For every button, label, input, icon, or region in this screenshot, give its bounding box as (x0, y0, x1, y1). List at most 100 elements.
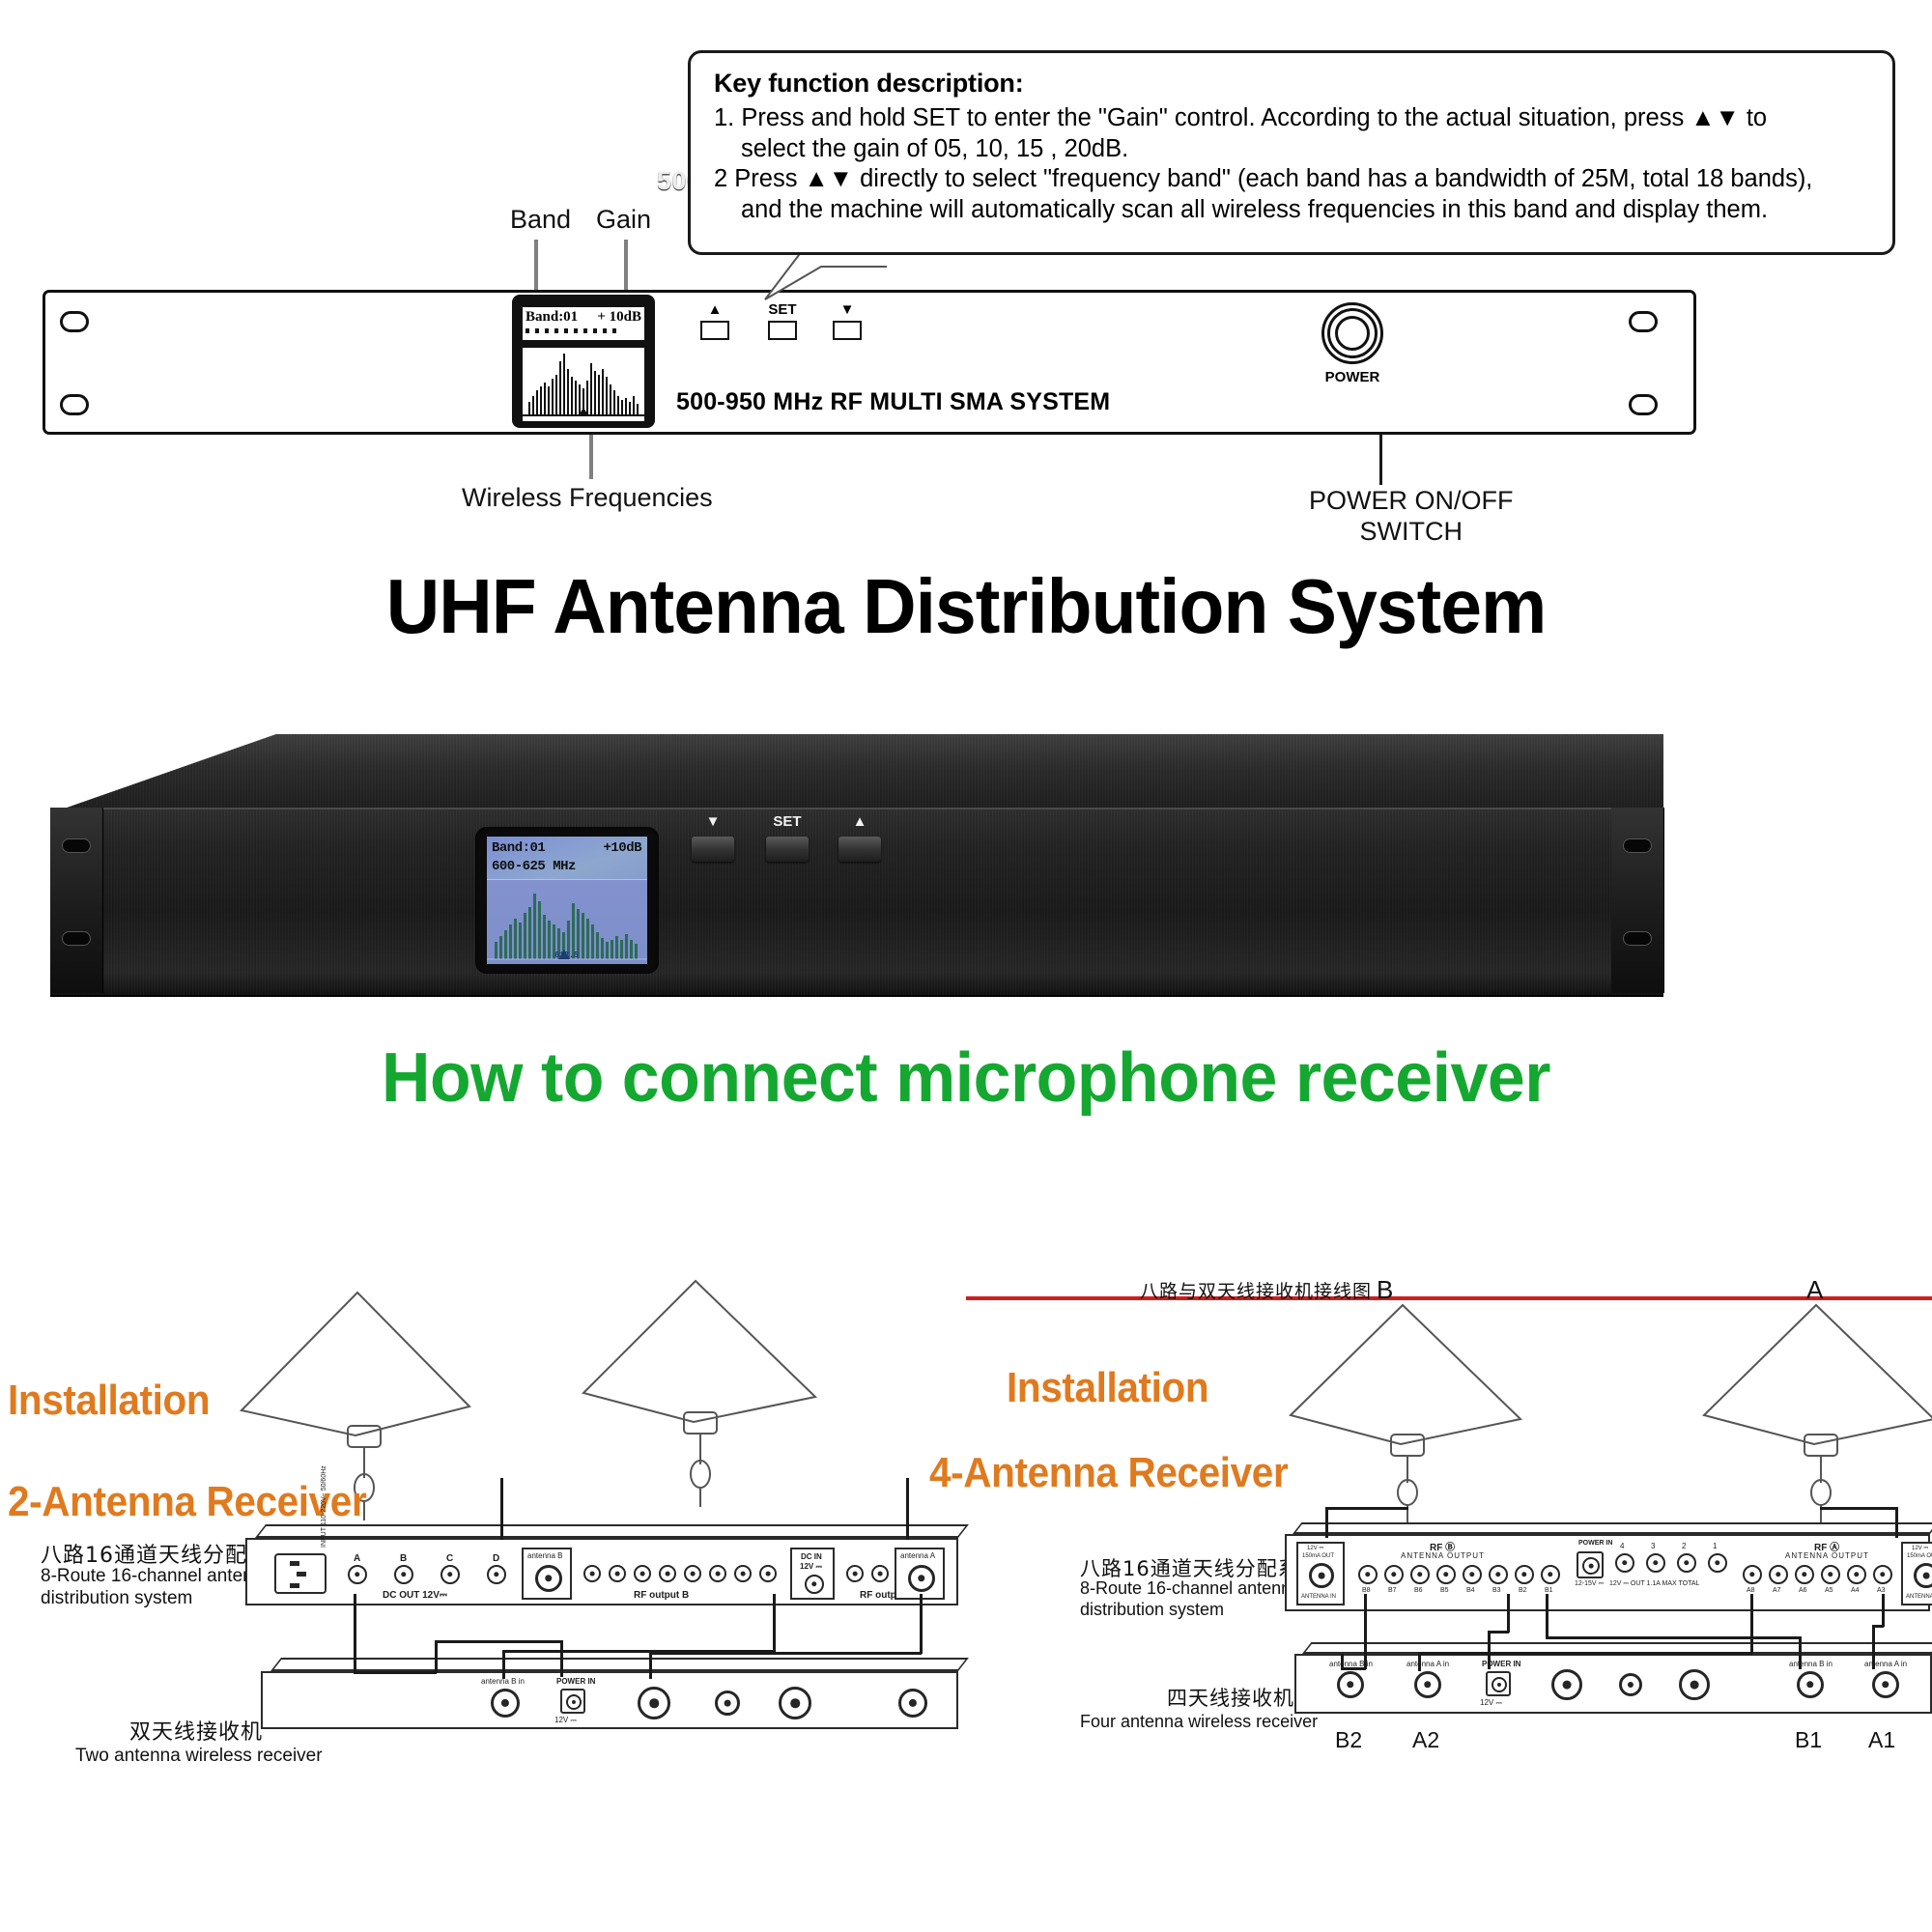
right-rf-a3[interactable] (1873, 1565, 1892, 1584)
right-rf-b2[interactable] (1515, 1565, 1534, 1584)
wire-left-rfb-to-rx (502, 1650, 505, 1679)
right-antenna-in-connector-a[interactable] (1914, 1563, 1932, 1588)
left-rx-xlr-2[interactable] (779, 1687, 811, 1719)
photo-up-button[interactable] (838, 837, 881, 862)
right-num-4: 4 (1620, 1542, 1625, 1550)
right-diagram-cn-header: 八路与双天线接收机接线图 (1140, 1281, 1373, 1302)
wire-right-ant1-run (1325, 1507, 1408, 1510)
right-rf-a8[interactable] (1743, 1565, 1762, 1584)
wire-left-power-up (435, 1640, 438, 1673)
left-rx-power-in-jack-box[interactable] (560, 1689, 585, 1714)
left-rx-antenna-b-in[interactable] (491, 1689, 520, 1718)
wire-right-a3-down (1882, 1594, 1885, 1627)
left-rx-power-in-label: POWER IN (556, 1677, 596, 1686)
left-rx-trs[interactable] (715, 1690, 740, 1716)
left-rf-out-b-2[interactable] (609, 1565, 626, 1582)
left-dc-out-port-b[interactable] (394, 1565, 413, 1584)
left-antenna-b-connector[interactable] (535, 1565, 562, 1592)
right-rf-b3[interactable] (1489, 1565, 1508, 1584)
left-dc-out-port-a-label: A (354, 1553, 361, 1564)
right-rx-antenna-b2-in[interactable] (1337, 1671, 1364, 1698)
headline-uhf: UHF Antenna Distribution System (385, 563, 1548, 649)
right-center-power-jack[interactable] (1582, 1557, 1600, 1575)
left-rf-out-b-1[interactable] (583, 1565, 601, 1582)
right-antenna-in-label-b: ANTENNA IN (1301, 1594, 1337, 1600)
right-rx-antenna-a2-in[interactable] (1414, 1671, 1441, 1698)
left-rx-power-in-jack[interactable] (566, 1694, 582, 1710)
rack-ear-left (50, 808, 103, 993)
right-center-power-box[interactable] (1577, 1551, 1604, 1578)
right-rf-a4[interactable] (1847, 1565, 1866, 1584)
left-rx-power-volt-label: 12V ⎓ (554, 1716, 577, 1724)
right-rx-xlr-2[interactable] (1679, 1669, 1710, 1700)
rack-ear-slot-tl (62, 838, 91, 853)
right-rf-a5-label: A5 (1825, 1587, 1833, 1594)
left-rf-out-b-3[interactable] (634, 1565, 651, 1582)
right-rf-b6[interactable] (1410, 1565, 1430, 1584)
left-rx-xlr-1[interactable] (638, 1687, 670, 1719)
left-rx-antenna-a-in[interactable] (898, 1689, 927, 1718)
photo-set-button[interactable] (766, 837, 809, 862)
right-rx-antenna-a1-in[interactable] (1872, 1671, 1899, 1698)
right-num-jack-2[interactable] (1677, 1553, 1696, 1573)
right-rf-a6[interactable] (1795, 1565, 1814, 1584)
right-rf-b4[interactable] (1463, 1565, 1482, 1584)
right-rf-a4-label: A4 (1851, 1587, 1860, 1594)
left-dc-out-port-a[interactable] (348, 1565, 367, 1584)
left-antenna-a-connector[interactable] (908, 1565, 935, 1592)
rack-ear-right (1611, 808, 1664, 993)
right-rf-a5[interactable] (1821, 1565, 1840, 1584)
photo-down-button[interactable] (692, 837, 734, 862)
left-ac-inlet[interactable] (274, 1553, 327, 1594)
right-rf-b8[interactable] (1358, 1565, 1378, 1584)
right-rf-b7[interactable] (1384, 1565, 1404, 1584)
right-rf-a7[interactable] (1769, 1565, 1788, 1584)
left-rf-out-b-7[interactable] (734, 1565, 752, 1582)
right-rx-antenna-b1-in[interactable] (1797, 1671, 1824, 1698)
right-num-jack-4[interactable] (1615, 1553, 1634, 1573)
right-distributor-en-label: 8-Route 16-channel antenna distribution … (1080, 1578, 1300, 1621)
right-rx-power-in-box[interactable] (1486, 1671, 1511, 1696)
photo-lcd-marker-value: 612.5 (554, 951, 579, 960)
right-rx-trs[interactable] (1619, 1673, 1642, 1696)
right-bottom-label-b2: B2 (1335, 1727, 1363, 1752)
callout-line-2: select the gain of 05, 10, 15 , 20dB. (741, 134, 1129, 162)
right-rf-b5[interactable] (1436, 1565, 1456, 1584)
left-distributor-rear-panel: INPUT 110-220V~ 50/60Hz A B C D DC OUT 1… (245, 1465, 958, 1605)
right-rx-power-in-jack[interactable] (1492, 1677, 1507, 1692)
power-knob-inner-ring[interactable] (1335, 316, 1370, 351)
left-dc-out-port-d[interactable] (487, 1565, 506, 1584)
line-art-up-button-caption: ▲ (707, 301, 723, 318)
wireless-frequencies-annotation-label: Wireless Frequencies (462, 483, 713, 512)
band-annotation-label: Band (510, 205, 572, 234)
up-button[interactable] (700, 321, 729, 340)
left-dc-out-port-b-label: B (400, 1553, 408, 1564)
right-rf-b1[interactable] (1541, 1565, 1560, 1584)
left-rf-out-a-1[interactable] (846, 1565, 864, 1582)
right-rx-xlr-1[interactable] (1551, 1669, 1582, 1700)
right-antenna-in-connector-b[interactable] (1309, 1563, 1334, 1588)
down-button[interactable] (833, 321, 862, 340)
right-num-jack-3[interactable] (1646, 1553, 1665, 1573)
right-distributor-top-edge (1293, 1522, 1932, 1534)
left-receiver-cn-label: 双天线接收机 (129, 1720, 264, 1745)
left-dc-out-port-c-label: C (446, 1553, 454, 1564)
right-rf-b6-label: B6 (1414, 1587, 1423, 1594)
left-dc-in-connector[interactable] (805, 1575, 824, 1594)
right-antenna-output-label-a: ANTENNA OUTPUT (1785, 1551, 1869, 1560)
left-receiver-top-edge (270, 1658, 969, 1671)
left-rf-out-b-6[interactable] (709, 1565, 726, 1582)
line-art-lcd-spectrum (523, 346, 644, 421)
left-dc-out-port-c[interactable] (440, 1565, 460, 1584)
wire-left-ant2-down (906, 1478, 909, 1540)
set-button[interactable] (768, 321, 797, 340)
left-rf-out-b-4[interactable] (659, 1565, 676, 1582)
callout-tail (764, 250, 889, 300)
power-switch-label-line1: POWER ON/OFF (1309, 486, 1514, 515)
wire-right-b1-down (1546, 1594, 1548, 1638)
left-rf-out-b-8[interactable] (759, 1565, 777, 1582)
right-num-jack-1[interactable] (1708, 1553, 1727, 1573)
right-num-3: 3 (1651, 1542, 1656, 1550)
left-rf-out-a-2[interactable] (871, 1565, 889, 1582)
left-rf-out-b-5[interactable] (684, 1565, 701, 1582)
